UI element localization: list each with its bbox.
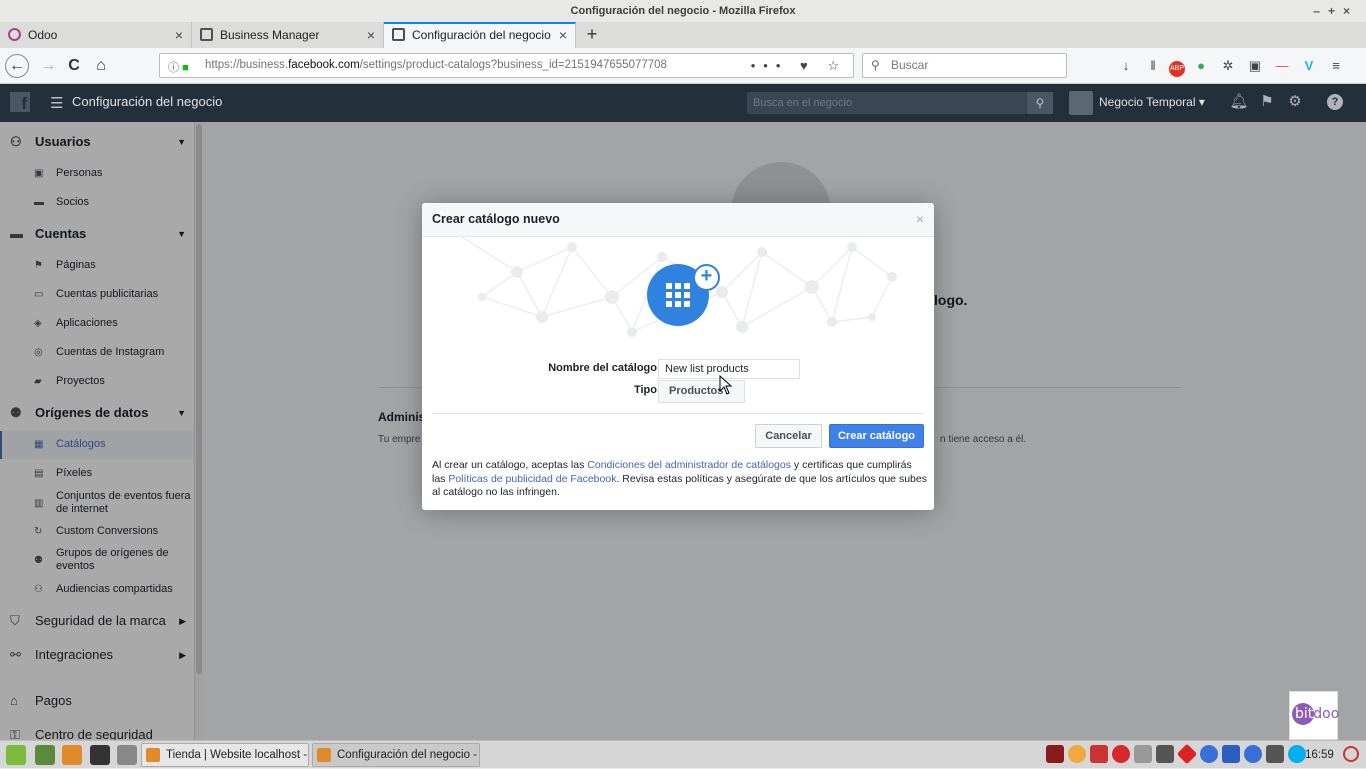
- ad-policies-link[interactable]: Políticas de publicidad de Facebook: [448, 473, 616, 485]
- business-manager-icon: [200, 28, 213, 41]
- terminal-icon[interactable]: [90, 745, 110, 765]
- search-bar[interactable]: ⚲ Buscar: [862, 53, 1067, 78]
- facebook-logo-icon[interactable]: f: [10, 92, 30, 113]
- mouse-cursor-icon: [719, 375, 733, 395]
- tray-app-icon[interactable]: [1046, 745, 1064, 763]
- forward-button[interactable]: →: [36, 54, 60, 78]
- header-icons: 🔔︎ ⚑ ⚙: [1225, 84, 1309, 120]
- dialog-title: Crear catálogo nuevo: [432, 212, 560, 226]
- plus-icon: +: [693, 264, 720, 291]
- create-catalog-dialog: Crear catálogo nuevo × + Nombre del catá…: [422, 203, 934, 510]
- odoo-icon: [8, 28, 21, 41]
- download-icon[interactable]: ↓: [1115, 54, 1137, 78]
- page-title: Configuración del negocio: [72, 94, 223, 109]
- divider: [432, 413, 924, 414]
- bitdoo-logo: bitdoo: [1295, 706, 1340, 722]
- os-taskbar: Tienda | Website localhost - ... Configu…: [0, 740, 1366, 768]
- update-icon[interactable]: [1222, 745, 1240, 763]
- mint-menu-icon[interactable]: [6, 745, 26, 765]
- tray-record-icon[interactable]: [1090, 745, 1108, 763]
- window-title: Configuración del negocio - Mozilla Fire…: [570, 5, 796, 17]
- tab-configuracion[interactable]: Configuración del negocio ×: [384, 22, 576, 48]
- fb-header: f ☰ Configuración del negocio Busca en e…: [0, 84, 1366, 122]
- skype-icon[interactable]: [1288, 745, 1306, 763]
- close-icon[interactable]: ×: [175, 22, 183, 48]
- firefox-icon: [146, 748, 160, 762]
- business-manager-icon: [392, 28, 405, 41]
- window-controls[interactable]: –+×: [1313, 0, 1358, 22]
- create-catalog-button[interactable]: Crear catálogo: [829, 424, 924, 448]
- adblock-icon[interactable]: ABP: [1169, 61, 1185, 77]
- catalog-type-label: Tipo: [633, 384, 657, 396]
- terms-text: Al crear un catálogo, aceptas las Condic…: [432, 459, 927, 498]
- taskbar-task-configuracion[interactable]: Configuración del negocio - ...: [312, 743, 480, 767]
- tray-red-icon[interactable]: [1176, 743, 1198, 765]
- close-icon[interactable]: ×: [559, 24, 567, 46]
- back-button[interactable]: ←: [5, 54, 29, 78]
- search-icon[interactable]: ⚲: [1027, 92, 1053, 114]
- system-tray: [1046, 743, 1310, 765]
- search-icon: ⚲: [871, 58, 880, 72]
- power-icon[interactable]: [1343, 746, 1359, 762]
- network-icon[interactable]: [1266, 745, 1284, 763]
- tab-label: Business Manager: [220, 28, 320, 42]
- files-icon[interactable]: [117, 745, 137, 765]
- catalog-name-label: Nombre del catálogo: [548, 362, 657, 374]
- volume-icon[interactable]: [1156, 745, 1174, 763]
- notifications-icon[interactable]: 🔔︎: [1225, 84, 1253, 120]
- business-search-placeholder: Busca en el negocio: [753, 97, 853, 109]
- home-button[interactable]: ⌂: [89, 54, 113, 78]
- tab-label: Odoo: [28, 28, 58, 42]
- extension-red-icon[interactable]: —: [1271, 54, 1293, 78]
- tray-weather-icon[interactable]: [1068, 745, 1086, 763]
- tab-odoo[interactable]: Odoo ×: [0, 22, 192, 48]
- toolbar-icons: ↓ ‖ ABP ● ✲ ▣ — V ≡: [1115, 54, 1352, 78]
- close-icon[interactable]: ×: [916, 203, 924, 235]
- extension-green-icon[interactable]: ●: [1190, 54, 1212, 78]
- tray-mega-icon[interactable]: [1112, 745, 1130, 763]
- bitdoo-watermark: bitdoo: [1289, 691, 1340, 740]
- bluetooth-icon[interactable]: [1200, 745, 1218, 763]
- signal-icon[interactable]: [1134, 745, 1152, 763]
- vimeo-icon[interactable]: V: [1298, 54, 1320, 78]
- tab-business-manager[interactable]: Business Manager ×: [192, 22, 384, 48]
- hamburger-menu-icon[interactable]: ☰: [50, 94, 63, 112]
- shield-icon[interactable]: [1244, 745, 1262, 763]
- firefox-launcher-icon[interactable]: [62, 745, 82, 765]
- business-search-input[interactable]: Busca en el negocio: [747, 92, 1027, 114]
- nav-bar: ← → C ⌂ ⓘ ■ https://business.facebook.co…: [0, 48, 1366, 84]
- reload-button[interactable]: C: [62, 54, 86, 78]
- url-bar[interactable]: ⓘ ■ https://business.facebook.com/settin…: [159, 53, 854, 78]
- help-icon[interactable]: ?: [1327, 94, 1343, 110]
- library-icon[interactable]: ‖: [1142, 54, 1164, 78]
- business-selector[interactable]: Negocio Temporal ▾: [1099, 84, 1205, 120]
- bug-icon[interactable]: ✲: [1217, 54, 1239, 78]
- page-actions-icon[interactable]: ••• ♥ ☆: [751, 54, 847, 77]
- show-desktop-icon[interactable]: [35, 745, 55, 765]
- window-titlebar: Configuración del negocio - Mozilla Fire…: [0, 0, 1366, 22]
- flag-icon[interactable]: ⚑: [1253, 84, 1281, 120]
- dialog-header: Crear catálogo nuevo ×: [422, 203, 934, 237]
- gear-icon[interactable]: ⚙: [1281, 84, 1309, 120]
- tab-label: Configuración del negocio: [412, 28, 551, 42]
- search-placeholder: Buscar: [891, 58, 929, 72]
- new-tab-button[interactable]: +: [582, 22, 602, 48]
- taskbar-task-tienda[interactable]: Tienda | Website localhost - ...: [141, 743, 309, 767]
- tab-strip: Odoo × Business Manager × Configuración …: [0, 22, 1366, 48]
- close-icon[interactable]: ×: [367, 22, 375, 48]
- business-avatar[interactable]: [1069, 91, 1093, 115]
- menu-icon[interactable]: ≡: [1325, 54, 1347, 78]
- firefox-icon: [317, 748, 331, 762]
- lock-icon: ⓘ ■: [168, 62, 189, 74]
- cancel-button[interactable]: Cancelar: [755, 424, 822, 448]
- sidebar-icon[interactable]: ▣: [1244, 54, 1266, 78]
- clock[interactable]: 16:59: [1305, 741, 1334, 769]
- catalog-terms-link[interactable]: Condiciones del administrador de catálog…: [587, 459, 791, 471]
- url-text[interactable]: https://business.facebook.com/settings/p…: [205, 54, 667, 77]
